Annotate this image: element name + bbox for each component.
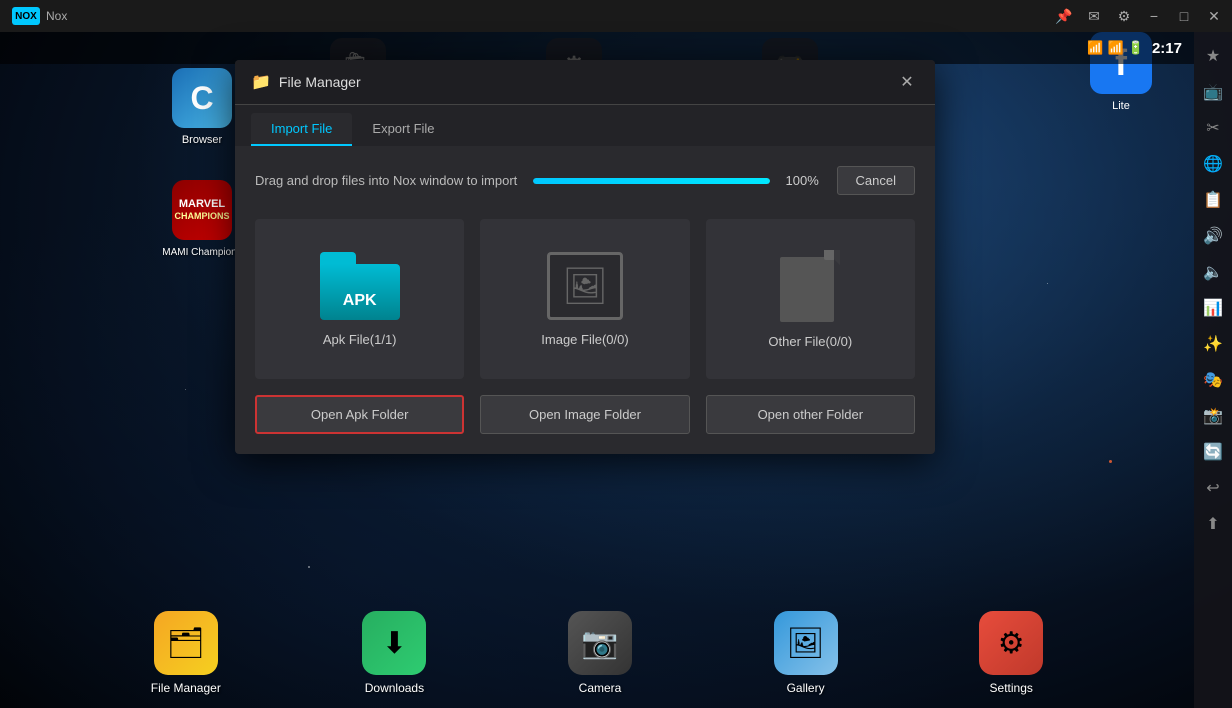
progress-percent: 100% bbox=[786, 173, 821, 188]
modal-body: Drag and drop files into Nox window to i… bbox=[235, 146, 935, 454]
file-manager-modal: 📁 File Manager ✕ Import File Export File… bbox=[235, 60, 935, 454]
open-other-folder-button[interactable]: Open other Folder bbox=[706, 395, 915, 434]
apk-folder-shape: APK bbox=[320, 252, 400, 320]
image-card-label: Image File(0/0) bbox=[541, 332, 628, 347]
file-type-cards: APK Apk File(1/1) 🖼 Image File(0/0) bbox=[255, 219, 915, 379]
image-file-card: 🖼 Image File(0/0) bbox=[480, 219, 689, 379]
progress-bar-container bbox=[533, 178, 769, 184]
other-icon bbox=[780, 250, 840, 322]
apk-folder-body: APK bbox=[320, 264, 400, 320]
modal-close-button[interactable]: ✕ bbox=[895, 70, 919, 94]
open-image-folder-button[interactable]: Open Image Folder bbox=[480, 395, 689, 434]
other-card-label: Other File(0/0) bbox=[768, 334, 852, 349]
file-manager-icon: 📁 bbox=[251, 72, 271, 92]
apk-card-label: Apk File(1/1) bbox=[323, 332, 397, 347]
other-file-card: Other File(0/0) bbox=[706, 219, 915, 379]
apk-file-card: APK Apk File(1/1) bbox=[255, 219, 464, 379]
action-buttons: Open Apk Folder Open Image Folder Open o… bbox=[255, 395, 915, 434]
progress-bar-fill bbox=[533, 178, 769, 184]
modal-overlay: 📁 File Manager ✕ Import File Export File… bbox=[0, 0, 1232, 708]
cancel-button[interactable]: Cancel bbox=[837, 166, 915, 195]
tab-export-file[interactable]: Export File bbox=[352, 113, 454, 146]
apk-label-text: APK bbox=[320, 292, 400, 310]
tab-import-file[interactable]: Import File bbox=[251, 113, 352, 146]
modal-title-row: 📁 File Manager bbox=[251, 72, 361, 92]
drag-drop-label: Drag and drop files into Nox window to i… bbox=[255, 173, 517, 188]
doc-icon-box bbox=[780, 250, 840, 322]
image-icon: 🖼 bbox=[547, 252, 623, 320]
apk-icon: APK bbox=[320, 252, 400, 320]
doc-corner-fold bbox=[824, 250, 834, 260]
image-icon-box: 🖼 bbox=[547, 252, 623, 320]
doc-body bbox=[780, 257, 834, 322]
modal-header: 📁 File Manager ✕ bbox=[235, 60, 935, 105]
open-apk-folder-button[interactable]: Open Apk Folder bbox=[255, 395, 464, 434]
modal-title-text: File Manager bbox=[279, 74, 361, 90]
progress-row: Drag and drop files into Nox window to i… bbox=[255, 166, 915, 195]
modal-tabs: Import File Export File bbox=[235, 105, 935, 146]
